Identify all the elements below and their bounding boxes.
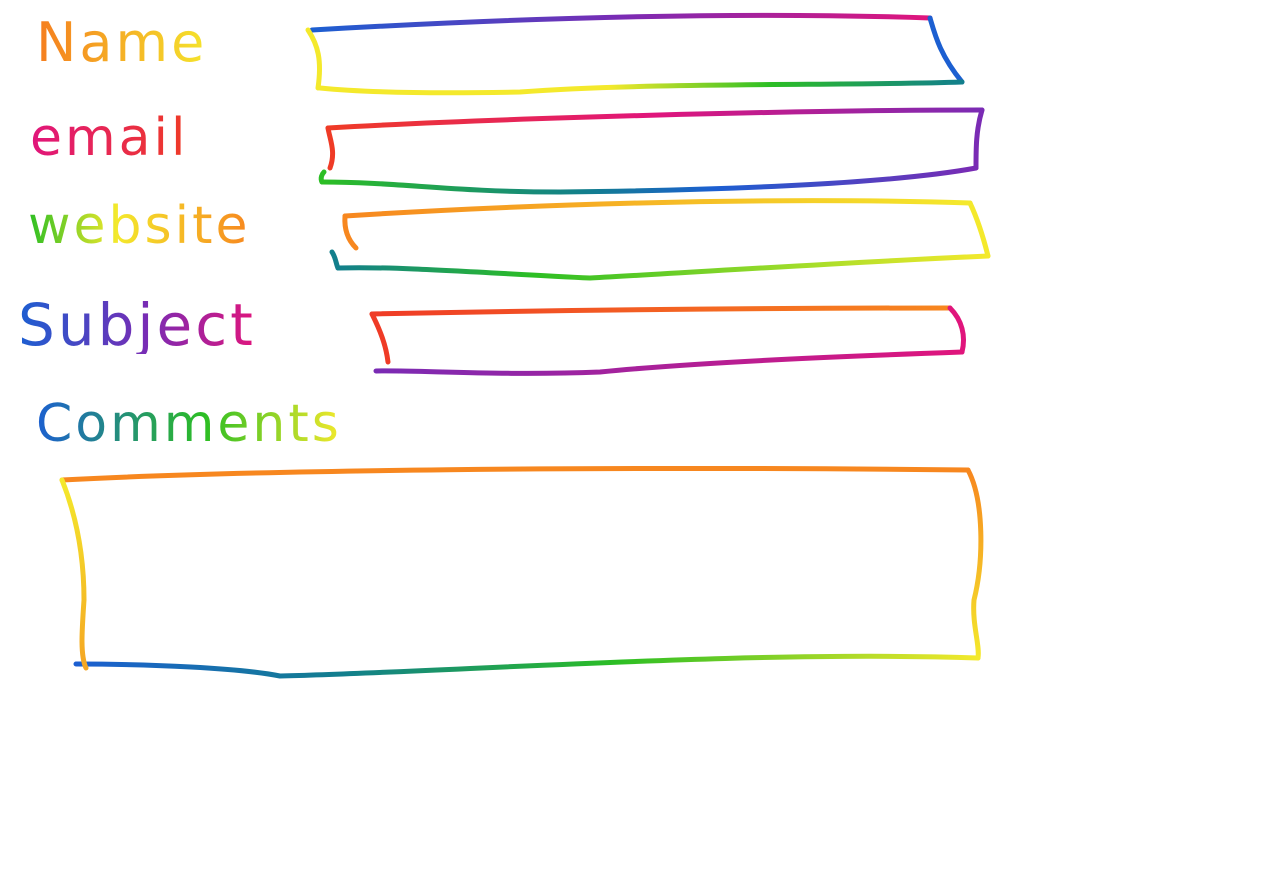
email-input[interactable] bbox=[340, 130, 970, 180]
website-label: website bbox=[28, 196, 251, 256]
subject-label: Subject bbox=[18, 291, 256, 359]
comments-textarea[interactable] bbox=[88, 484, 966, 656]
name-label: Name bbox=[36, 11, 208, 74]
subject-input[interactable] bbox=[390, 316, 952, 364]
website-input[interactable] bbox=[356, 216, 976, 264]
name-input[interactable] bbox=[322, 32, 942, 84]
email-label: email bbox=[30, 108, 189, 168]
comments-label: Comments bbox=[36, 394, 342, 454]
